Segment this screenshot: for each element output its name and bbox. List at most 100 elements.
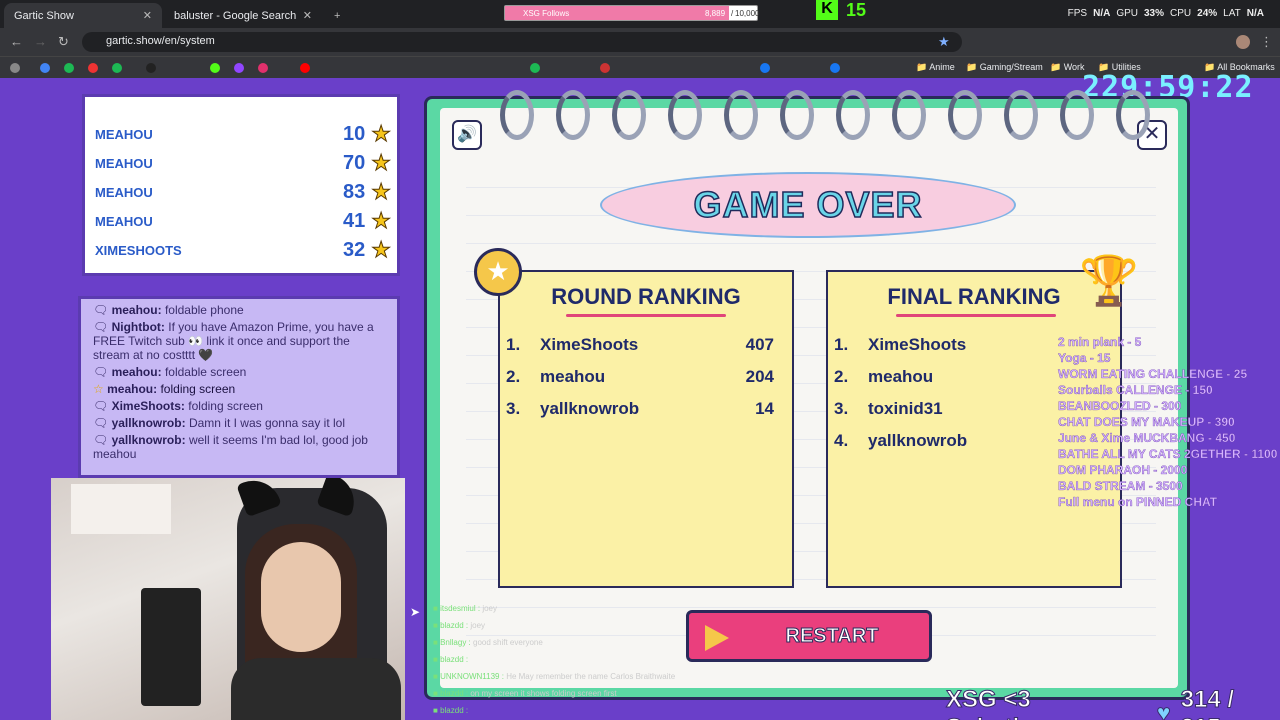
bottom-chat-line: ■ Bnllagy : good shift everyone: [433, 634, 675, 651]
bookmark-folder-work[interactable]: 📁 Work: [1050, 62, 1085, 73]
chat-text: folding screen: [160, 382, 236, 396]
kick-count: 15: [846, 0, 867, 20]
forward-icon[interactable]: →: [34, 34, 47, 49]
chat-bubble-icon: 🗨: [93, 303, 109, 317]
chat-user: blazdd :: [440, 706, 469, 715]
score-row: MEAHOU 83 ★: [95, 179, 391, 205]
star-icon: ☆: [93, 382, 104, 396]
gpu-label: GPU: [1116, 8, 1138, 19]
round-ranking-row: 2. meahou 204: [506, 365, 774, 389]
player-name: XimeShoots: [540, 335, 639, 354]
bookmark-icon[interactable]: [600, 63, 610, 73]
url-input[interactable]: gartic.show/en/system: [82, 32, 962, 52]
chat-bubble-icon: 🗨: [93, 399, 109, 413]
player-name: yallknowrob: [540, 399, 640, 418]
lat-label: LAT: [1223, 8, 1241, 19]
chat-badge-icon: ■: [433, 672, 438, 681]
stream-chat-overlay: 🗨 meahou: foldable phone 🗨 Nightbot: If …: [78, 296, 400, 478]
spiral-ring: [668, 90, 702, 140]
menu-icon[interactable]: ⋮: [1260, 34, 1273, 50]
reload-icon[interactable]: ↻: [58, 34, 69, 50]
bookmark-icon[interactable]: [830, 63, 840, 73]
bottom-chat-line: ■ itsdesmiul : joey: [433, 600, 675, 617]
bottom-chat-overlay: ■ itsdesmiul : joey ■ blazdd : joey ■ Bn…: [433, 600, 675, 719]
twitch-icon[interactable]: [234, 63, 244, 73]
youtube-icon[interactable]: [300, 63, 310, 73]
bottom-chat-line: ■ blazdd :: [433, 702, 675, 719]
instagram-icon[interactable]: [258, 63, 268, 73]
subathon-label: XSG <3 Subathon: [945, 686, 1057, 720]
score-name: MEAHOU: [95, 155, 153, 171]
chat-text: joey: [482, 604, 498, 613]
chat-text: joey: [470, 621, 486, 630]
tab-google-search[interactable]: baluster - Google Search ✕: [164, 3, 322, 28]
sound-toggle-button[interactable]: 🔊: [452, 120, 482, 150]
fps-label: FPS: [1067, 8, 1088, 19]
score-value: 70: [343, 151, 366, 174]
apps-icon[interactable]: [10, 63, 20, 73]
hamper-image: [141, 588, 201, 706]
bookmark-folder-gaming[interactable]: 📁 Gaming/Stream: [966, 62, 1043, 73]
menu-item: BEANBOOZLED - 300: [1058, 399, 1182, 413]
final-ranking-row: 1. XimeShoots: [834, 333, 1054, 357]
bookmark-icon[interactable]: [112, 63, 122, 73]
chat-text: foldable screen: [164, 365, 247, 379]
follow-goal-current: 8,889: [705, 9, 726, 18]
chat-user: yallknowrob:: [111, 416, 186, 430]
final-ranking-row: 4. yallknowrob: [834, 429, 1054, 453]
bookmark-folder-anime[interactable]: 📁 Anime: [916, 62, 955, 73]
follow-goal-bar: XSG Follows 8,889 / 10,000: [504, 5, 760, 21]
bottom-chat-line: ■ blazdd : on my screen it shows folding…: [433, 685, 675, 702]
player-score: 204: [745, 367, 774, 386]
player-score: 407: [745, 335, 774, 354]
final-title-underline: [896, 314, 1056, 317]
facebook-icon[interactable]: [760, 63, 770, 73]
menu-item: Full menu on PINNED CHAT: [1058, 495, 1218, 509]
chat-message: 🗨 yallknowrob: Damn it I was gonna say i…: [93, 416, 385, 430]
player-name: meahou: [540, 367, 606, 386]
follow-goal-label: XSG Follows: [523, 9, 570, 18]
follow-goal-target: 10,000: [735, 9, 760, 18]
chat-user: itsdesmiul :: [440, 604, 481, 613]
browser-tab-bar: Gartic Show ✕ baluster - Google Search ✕…: [0, 0, 1280, 28]
tab-gartic-show[interactable]: Gartic Show ✕: [4, 3, 162, 28]
bookmark-icon[interactable]: [530, 63, 540, 73]
menu-item: BATHE ALL MY CATS 2GETHER - 1100: [1058, 447, 1278, 461]
star-icon: ★: [371, 179, 392, 205]
bookmark-star-icon[interactable]: ★: [938, 34, 950, 50]
chat-bubble-icon: 🗨: [93, 320, 109, 334]
google-icon[interactable]: [40, 63, 50, 73]
spiral-ring: [724, 90, 758, 140]
kick-icon[interactable]: [210, 63, 220, 73]
menu-item: Sourballs CALLENGE - 150: [1058, 383, 1213, 397]
round-ranking-panel: [498, 270, 794, 588]
rank-number: 3.: [506, 399, 521, 418]
close-icon[interactable]: ✕: [143, 9, 152, 22]
spiral-ring: [836, 90, 870, 140]
spiral-ring: [556, 90, 590, 140]
bookmark-icon[interactable]: [88, 63, 98, 73]
kick-logo-icon: K: [816, 0, 838, 20]
new-tab-icon[interactable]: +: [324, 3, 348, 28]
restart-button[interactable]: RESTART: [686, 610, 932, 662]
back-icon[interactable]: ←: [10, 34, 23, 49]
shelf-image: [71, 484, 171, 534]
score-value: 10: [343, 122, 366, 145]
x-icon[interactable]: [146, 63, 156, 73]
streamer-body-image: [231, 658, 401, 720]
url-text: gartic.show/en/system: [106, 35, 215, 47]
chat-user: meahou:: [107, 382, 158, 396]
rank-number: 2.: [506, 367, 521, 386]
close-icon[interactable]: ✕: [303, 9, 312, 22]
chat-text: folding screen: [188, 399, 263, 413]
rank-number: 2.: [834, 367, 849, 386]
chat-badge-icon: ■: [433, 655, 438, 664]
chat-user: blazdd :: [440, 621, 469, 630]
chat-bubble-icon: 🗨: [93, 433, 109, 447]
chat-user: blazdd :: [440, 655, 469, 664]
final-ranking-row: 2. meahou: [834, 365, 1054, 389]
avatar[interactable]: [1236, 35, 1250, 49]
chat-badge-icon: ■: [433, 621, 438, 630]
menu-item: June & Xime MUCKBANG - 450: [1058, 431, 1236, 445]
spotify-icon[interactable]: [64, 63, 74, 73]
